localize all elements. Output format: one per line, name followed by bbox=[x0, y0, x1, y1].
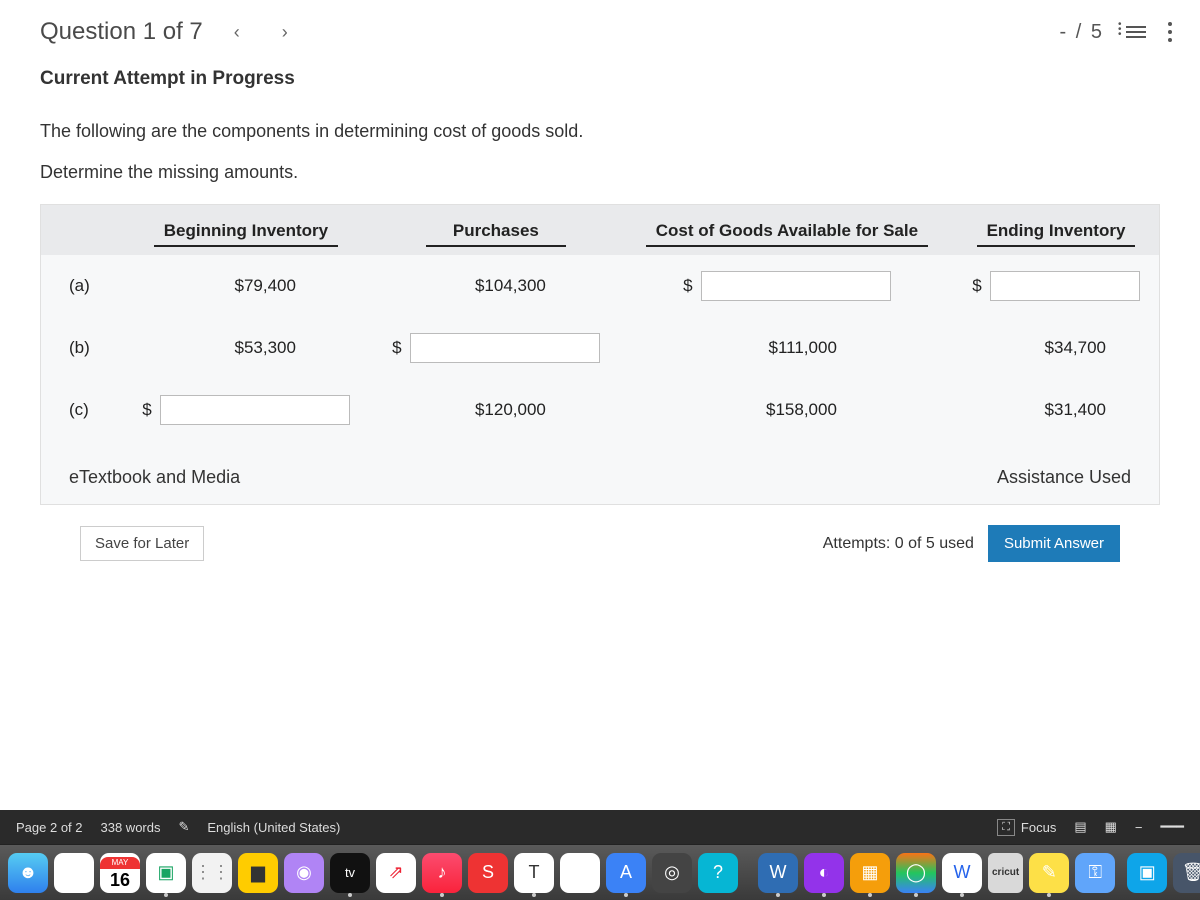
word-count[interactable]: 338 words bbox=[101, 820, 161, 835]
table-row: (b) $53,300 $ $111,000 $34,700 bbox=[41, 317, 1159, 379]
notes-icon[interactable]: ✎ bbox=[1029, 853, 1069, 893]
cricut-icon[interactable]: cricut bbox=[988, 853, 1023, 893]
help-icon[interactable]: ? bbox=[698, 853, 738, 893]
dollar-sign: $ bbox=[142, 400, 151, 420]
photos-icon[interactable]: ✿ bbox=[54, 853, 94, 893]
finder-icon[interactable]: ☻ bbox=[8, 853, 48, 893]
question-body: The following are the components in dete… bbox=[0, 104, 1200, 562]
grid-icon[interactable]: ▦ bbox=[850, 853, 890, 893]
a-cogas-input[interactable] bbox=[701, 271, 891, 301]
word-icon[interactable]: W bbox=[758, 853, 798, 893]
b-purchases-input[interactable] bbox=[410, 333, 600, 363]
question-number: Question 1 of 7 bbox=[40, 18, 203, 46]
top-bar: Question 1 of 7 ‹ › - / 5 bbox=[0, 0, 1200, 58]
attempt-status: Current Attempt in Progress bbox=[0, 58, 1200, 104]
generic-app-icon[interactable]: ▣ bbox=[1127, 853, 1167, 893]
c-ending: $31,400 bbox=[1006, 400, 1106, 420]
dollar-sign: $ bbox=[392, 338, 401, 358]
appletv-icon[interactable]: tv bbox=[330, 853, 370, 893]
table-header-row: Beginning Inventory Purchases Cost of Go… bbox=[41, 205, 1159, 255]
etextbook-link[interactable]: eTextbook and Media bbox=[69, 467, 240, 488]
trash-icon[interactable]: 🗑 bbox=[1173, 853, 1200, 893]
score-display: - / 5 bbox=[1060, 21, 1104, 44]
dollar-sign: $ bbox=[972, 276, 981, 296]
attempts-label: Attempts: 0 of 5 used bbox=[823, 535, 974, 553]
more-options-icon[interactable] bbox=[1168, 22, 1172, 42]
c-purchases: $120,000 bbox=[446, 400, 546, 420]
col-purchases: Purchases bbox=[426, 221, 566, 247]
table-footer: eTextbook and Media Assistance Used bbox=[41, 441, 1159, 504]
zoom-slider[interactable]: ━━━ bbox=[1161, 819, 1184, 835]
dollar-sign: $ bbox=[683, 276, 692, 296]
view-web-icon[interactable]: ▦ bbox=[1105, 819, 1117, 835]
launcher-icon[interactable]: ⋮⋮ bbox=[192, 853, 232, 893]
col-ending: Ending Inventory bbox=[977, 221, 1136, 247]
canva-icon[interactable]: ◐ bbox=[804, 853, 844, 893]
edit-icon[interactable]: ✎ bbox=[560, 853, 600, 893]
save-for-later-button[interactable]: Save for Later bbox=[80, 526, 204, 561]
a-ending-input[interactable] bbox=[990, 271, 1140, 301]
calendar-icon[interactable]: MAY 16 bbox=[100, 853, 140, 893]
view-print-icon[interactable]: ▤ bbox=[1074, 819, 1086, 835]
word-doc-icon[interactable]: W bbox=[942, 853, 982, 893]
music-icon[interactable]: ♪ bbox=[422, 853, 462, 893]
table-row: (c) $ $120,000 $158,000 $31,400 bbox=[41, 379, 1159, 441]
row-label-c: (c) bbox=[41, 379, 121, 441]
podcasts-icon[interactable]: ◉ bbox=[284, 853, 324, 893]
cogs-table: Beginning Inventory Purchases Cost of Go… bbox=[41, 205, 1159, 441]
a-beginning: $79,400 bbox=[196, 276, 296, 296]
folder-icon[interactable]: ▆ bbox=[238, 853, 278, 893]
question-text-2: Determine the missing amounts. bbox=[40, 159, 1160, 186]
stocks-icon[interactable]: ⇗ bbox=[376, 853, 416, 893]
mac-dock: ☻ ✿ MAY 16 ▣ ⋮⋮ ▆ ◉ tv ⇗ ♪ S T ✎ A ◎ ? W… bbox=[0, 844, 1200, 900]
question-text-1: The following are the components in dete… bbox=[40, 118, 1160, 145]
facetime-icon[interactable]: ▣ bbox=[146, 853, 186, 893]
next-question-button[interactable]: › bbox=[271, 18, 299, 46]
submit-answer-button[interactable]: Submit Answer bbox=[988, 525, 1120, 562]
key-icon[interactable]: ⚿ bbox=[1075, 853, 1115, 893]
top-bar-right: - / 5 bbox=[1060, 21, 1172, 44]
question-footer: Save for Later Attempts: 0 of 5 used Sub… bbox=[40, 505, 1160, 562]
appstore-icon[interactable]: A bbox=[606, 853, 646, 893]
text-icon[interactable]: T bbox=[514, 853, 554, 893]
list-icon[interactable] bbox=[1126, 26, 1146, 38]
assistance-link[interactable]: Assistance Used bbox=[997, 467, 1131, 488]
col-beginning: Beginning Inventory bbox=[154, 221, 338, 247]
a-purchases: $104,300 bbox=[446, 276, 546, 296]
row-label-a: (a) bbox=[41, 255, 121, 317]
c-cogas: $158,000 bbox=[737, 400, 837, 420]
col-cogas: Cost of Goods Available for Sale bbox=[646, 221, 928, 247]
c-beginning-input[interactable] bbox=[160, 395, 350, 425]
zoom-out-icon[interactable]: − bbox=[1135, 820, 1143, 835]
top-bar-left: Question 1 of 7 ‹ › bbox=[40, 18, 299, 46]
notion-s-icon[interactable]: S bbox=[468, 853, 508, 893]
language-indicator[interactable]: English (United States) bbox=[207, 820, 340, 835]
spellcheck-icon[interactable]: ✎ bbox=[178, 819, 189, 835]
focus-mode-button[interactable]: ⛶ Focus bbox=[997, 819, 1056, 836]
b-ending: $34,700 bbox=[1006, 338, 1106, 358]
page-indicator[interactable]: Page 2 of 2 bbox=[16, 820, 83, 835]
row-label-b: (b) bbox=[41, 317, 121, 379]
data-table-container: Beginning Inventory Purchases Cost of Go… bbox=[40, 204, 1160, 505]
b-cogas: $111,000 bbox=[737, 338, 837, 358]
word-status-bar: Page 2 of 2 338 words ✎ English (United … bbox=[0, 810, 1200, 844]
chrome-icon[interactable]: ◯ bbox=[896, 853, 936, 893]
b-beginning: $53,300 bbox=[196, 338, 296, 358]
table-row: (a) $79,400 $104,300 $ $ bbox=[41, 255, 1159, 317]
prev-question-button[interactable]: ‹ bbox=[223, 18, 251, 46]
quiz-window: Question 1 of 7 ‹ › - / 5 Current Attemp… bbox=[0, 0, 1200, 810]
safari-icon[interactable]: ◎ bbox=[652, 853, 692, 893]
